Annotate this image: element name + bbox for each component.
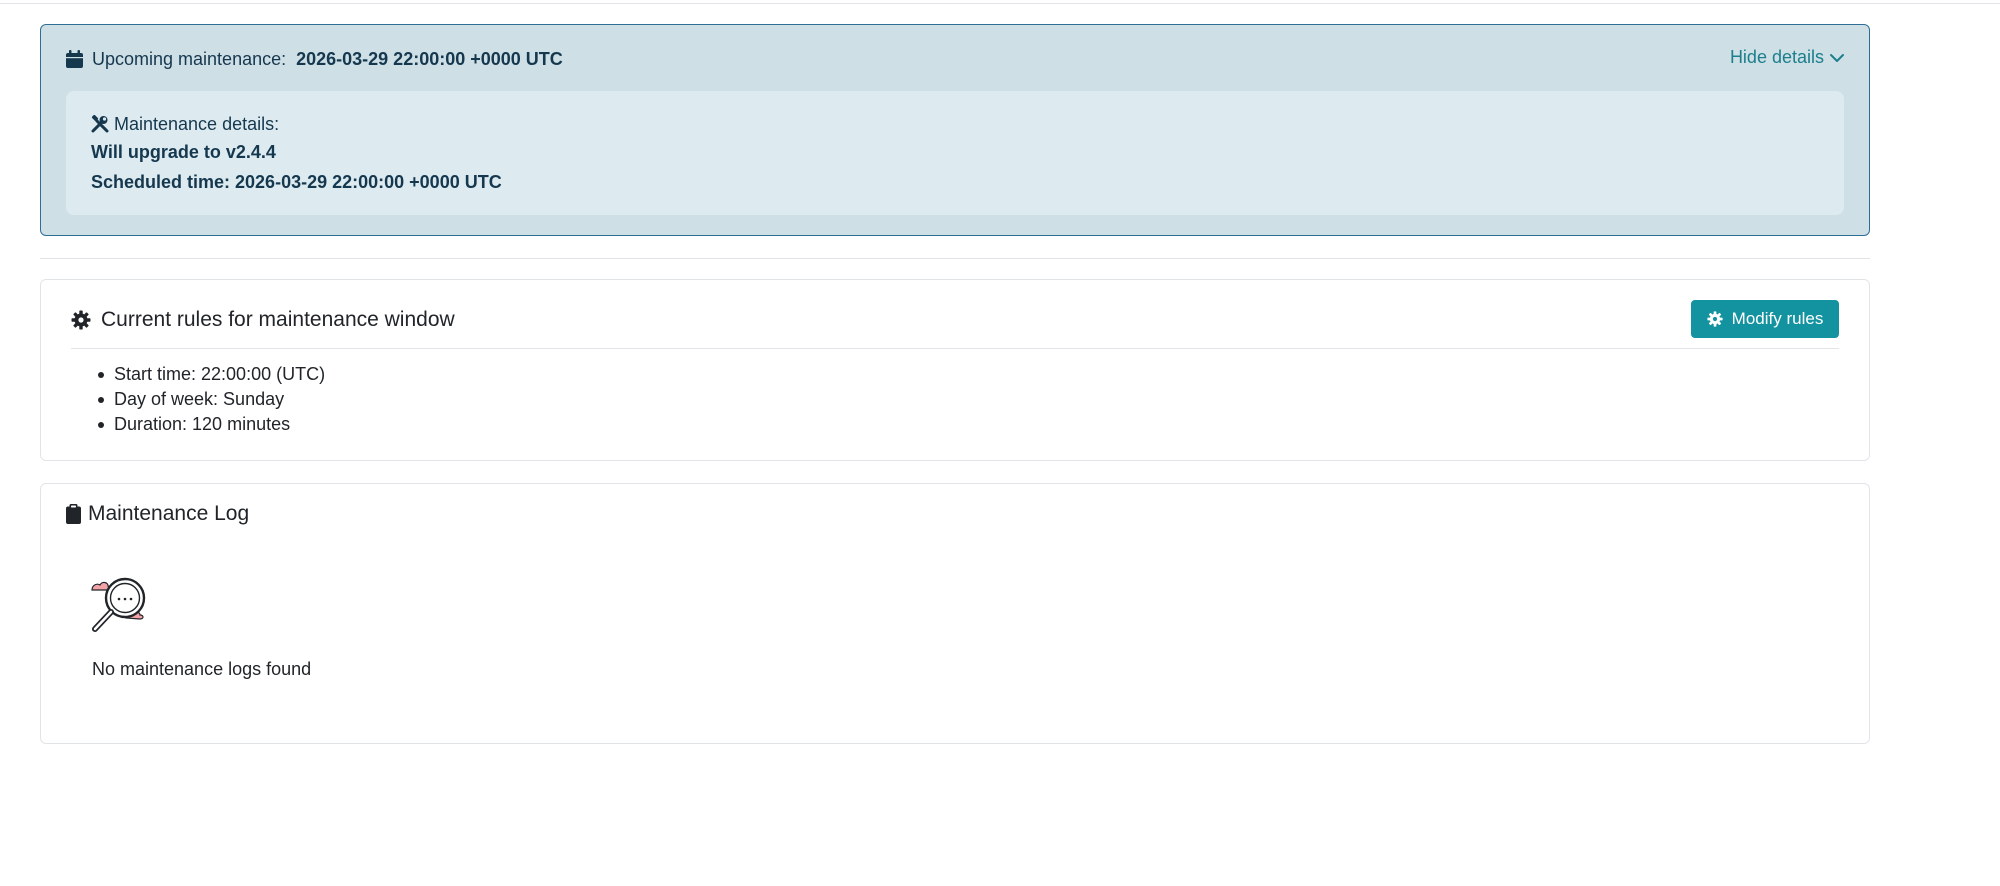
rules-card: Current rules for maintenance window Mod… <box>40 279 1870 461</box>
hide-details-label: Hide details <box>1729 47 1824 67</box>
gear-icon <box>1707 311 1723 327</box>
maintenance-alert: Upcoming maintenance: 2026-03-29 22:00:0… <box>40 24 1870 236</box>
rule-duration: Duration: 120 minutes <box>97 412 325 437</box>
gear-icon <box>71 310 91 330</box>
rules-card-title: Current rules for maintenance window <box>101 308 455 331</box>
alert-header: Upcoming maintenance: 2026-03-29 22:00:0… <box>66 47 1845 71</box>
top-divider <box>0 3 2000 4</box>
alert-label: Upcoming maintenance: <box>92 48 287 69</box>
hide-details-toggle[interactable]: Hide details <box>1730 47 1845 68</box>
rules-divider <box>71 348 1839 349</box>
log-card-title: Maintenance Log <box>88 502 250 525</box>
log-card-header: Maintenance Log <box>66 502 249 526</box>
empty-log-message: No maintenance logs found <box>92 659 312 679</box>
alert-datetime: 2026-03-29 22:00:00 +0000 UTC <box>296 48 563 69</box>
clipboard-icon <box>66 504 81 524</box>
rules-list: Start time: 22:00:00 (UTC) Day of week: … <box>97 362 325 437</box>
rule-start-time: Start time: 22:00:00 (UTC) <box>97 362 325 387</box>
search-empty-illustration <box>90 576 154 636</box>
modify-rules-label: Modify rules <box>1731 309 1824 328</box>
details-heading: Maintenance details: <box>114 113 280 134</box>
maintenance-log-card: Maintenance Log No maintenance logs foun… <box>40 483 1870 744</box>
details-description: Will upgrade to v2.4.4 <box>91 142 276 162</box>
maintenance-details-panel: Maintenance details: Will upgrade to v2.… <box>66 91 1844 215</box>
section-divider <box>40 258 1870 259</box>
details-heading-row: Maintenance details: <box>91 111 1844 137</box>
rules-card-header: Current rules for maintenance window Mod… <box>71 300 1839 340</box>
chevron-down-icon <box>1829 50 1845 66</box>
tools-icon <box>91 114 109 133</box>
calendar-icon <box>66 50 83 68</box>
modify-rules-button[interactable]: Modify rules <box>1691 300 1839 338</box>
details-scheduled-time: Scheduled time: 2026-03-29 22:00:00 +000… <box>91 172 502 192</box>
rule-day-of-week: Day of week: Sunday <box>97 387 325 412</box>
